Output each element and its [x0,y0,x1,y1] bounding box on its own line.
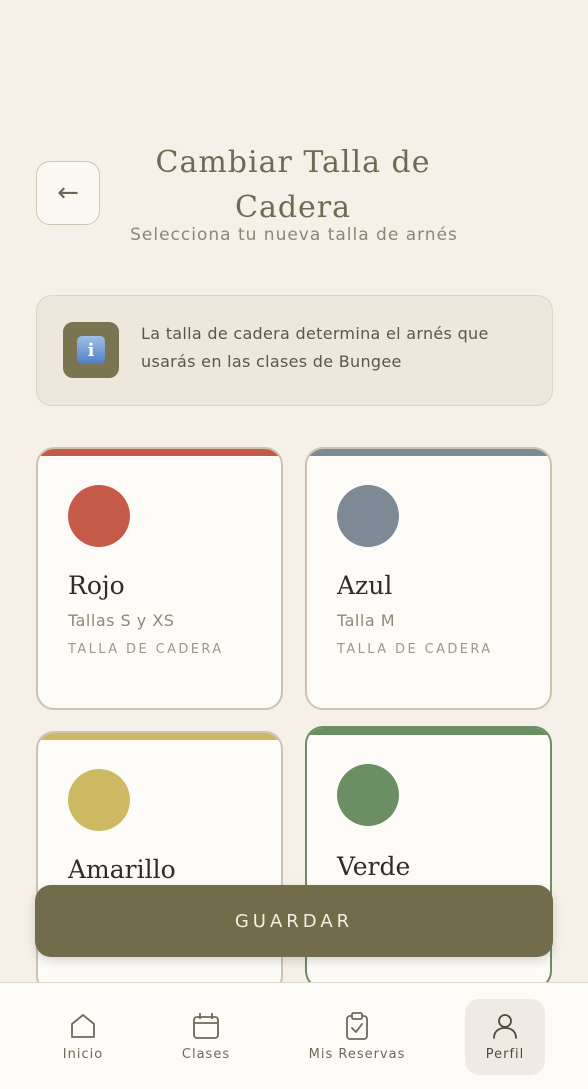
save-button[interactable]: GUARDAR [35,885,553,957]
user-icon [493,1014,517,1039]
bottom-nav: Inicio Clases Mis Reservas Perfil [0,982,588,1089]
nav-label: Inicio [62,1047,104,1062]
info-icon-container: i [63,322,119,378]
page-title: Cambiar Talla de Cadera [155,145,431,225]
card-title: Verde [337,852,411,881]
card-sizes: Talla M [337,611,396,630]
info-text: La talla de cadera determina el arnés qu… [141,324,489,371]
card-sizes: Tallas S y XS [68,611,175,630]
back-button[interactable]: ← [36,161,100,225]
color-swatch [68,769,130,831]
info-icon: i [77,336,105,364]
card-title: Amarillo [68,855,176,884]
color-swatch [68,485,130,547]
card-caption: TALLA DE CADERA [337,642,493,657]
calendar-icon [193,1013,219,1039]
nav-item-clases[interactable]: Clases [166,999,246,1075]
nav-item-perfil[interactable]: Perfil [465,999,545,1075]
page-subtitle: Selecciona tu nueva talla de arnés [130,225,458,245]
card-caption: TALLA DE CADERA [68,642,224,657]
card-title: Azul [337,571,393,600]
nav-label: Mis Reservas [308,1047,406,1062]
card-title: Rojo [68,571,125,600]
nav-label: Perfil [485,1047,525,1062]
size-card-azul[interactable]: Azul Talla M TALLA DE CADERA [305,447,552,710]
clipboard-check-icon [346,1012,368,1040]
card-color-stripe [307,728,550,735]
home-icon [71,1014,95,1038]
nav-label: Clases [181,1047,231,1062]
arrow-left-icon: ← [57,178,79,208]
header: ← Cambiar Talla de Cadera Selecciona tu … [0,0,588,270]
nav-item-mis-reservas[interactable]: Mis Reservas [309,999,404,1075]
size-card-rojo[interactable]: Rojo Tallas S y XS TALLA DE CADERA [36,447,283,710]
color-swatch [337,485,399,547]
info-banner: i La talla de cadera determina el arnés … [36,295,553,406]
card-color-stripe [38,449,281,456]
nav-item-inicio[interactable]: Inicio [43,999,123,1075]
color-swatch [337,764,399,826]
card-color-stripe [38,733,281,740]
card-color-stripe [307,449,550,456]
